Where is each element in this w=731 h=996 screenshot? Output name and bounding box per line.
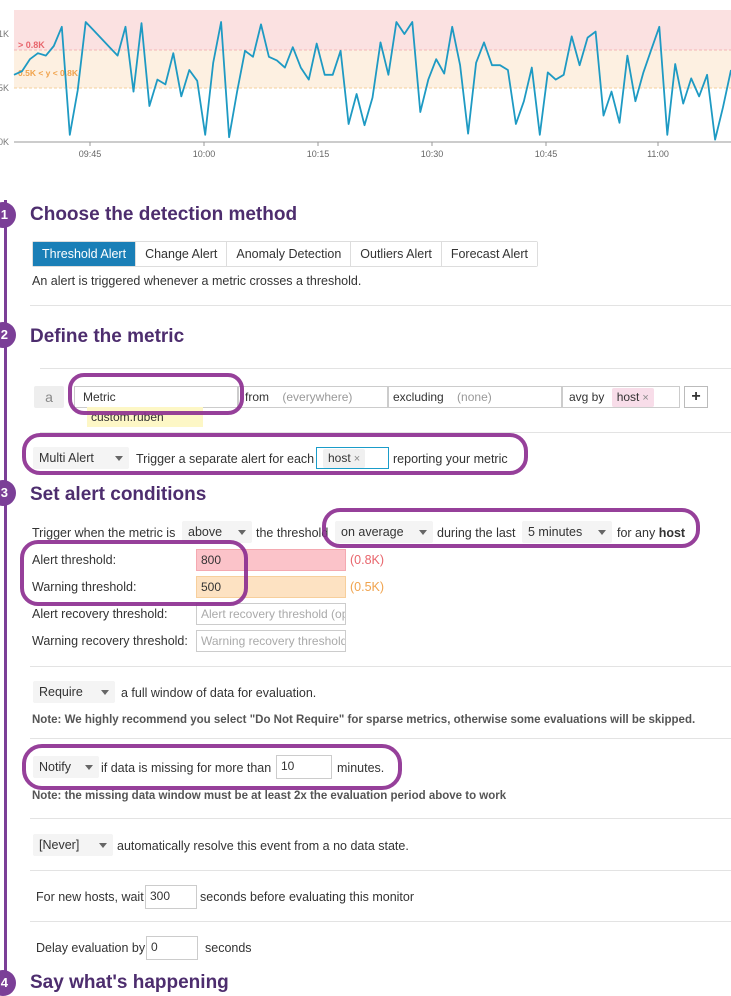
step-1-badge: 1 bbox=[0, 202, 16, 228]
tab-forecast-alert[interactable]: Forecast Alert bbox=[441, 242, 537, 266]
resolve-text: automatically resolve this event from a … bbox=[117, 839, 409, 853]
x-tick-label: 10:45 bbox=[535, 149, 558, 159]
annotation-metric bbox=[68, 373, 244, 415]
add-query-button[interactable]: + bbox=[684, 386, 708, 408]
detection-tabs: Threshold Alert Change Alert Anomaly Det… bbox=[32, 241, 538, 267]
delay-suffix: seconds bbox=[205, 941, 252, 955]
notify-note: Note: the missing data window must be at… bbox=[32, 790, 507, 802]
x-tick-label: 11:00 bbox=[647, 149, 669, 159]
annotation-notify bbox=[22, 744, 402, 790]
divider bbox=[30, 870, 731, 871]
resolve-select[interactable]: [Never] bbox=[33, 834, 113, 856]
chevron-down-icon bbox=[101, 690, 109, 695]
query-letter: a bbox=[34, 386, 64, 408]
alert-threshold-hint: (0.8K) bbox=[350, 553, 385, 567]
new-hosts-suffix: seconds before evaluating this monitor bbox=[200, 890, 415, 904]
alert-recovery-input[interactable]: Alert recovery threshold (optional) bbox=[196, 603, 346, 625]
excluding-field[interactable]: excluding (none) bbox=[388, 386, 562, 408]
alert-band bbox=[14, 10, 731, 34]
divider bbox=[30, 818, 731, 819]
steps-timeline bbox=[4, 200, 7, 988]
threshold-text: the threshold bbox=[256, 526, 329, 540]
divider bbox=[30, 921, 731, 922]
warning-recovery-label: Warning recovery threshold: bbox=[32, 634, 188, 648]
tab-change-alert[interactable]: Change Alert bbox=[136, 242, 228, 266]
delay-input[interactable]: 0 bbox=[146, 936, 198, 960]
step-4-badge: 4 bbox=[0, 970, 16, 996]
chevron-down-icon bbox=[238, 530, 246, 535]
alert-recovery-label: Alert recovery threshold: bbox=[32, 607, 168, 621]
excluding-value: (none) bbox=[457, 390, 492, 404]
new-hosts-input[interactable]: 300 bbox=[145, 885, 197, 909]
from-value: (everywhere) bbox=[282, 390, 353, 404]
comparator-value: above bbox=[188, 525, 223, 539]
resolve-value: [Never] bbox=[39, 838, 80, 852]
x-tick-label: 10:15 bbox=[307, 149, 330, 159]
from-label: from bbox=[245, 390, 269, 404]
x-ticks: 09:45 10:00 10:15 10:30 10:45 11:00 bbox=[79, 142, 669, 159]
x-tick-label: 10:00 bbox=[193, 149, 216, 159]
section-title-conditions: Set alert conditions bbox=[30, 484, 207, 505]
metric-preview-chart: 1K 5K 0K > 0.8K 0.5K < y < 0.8K 09:45 10:… bbox=[0, 10, 731, 159]
y-tick-1k: 1K bbox=[0, 29, 9, 39]
chevron-down-icon bbox=[99, 843, 107, 848]
section-title-metric: Define the metric bbox=[30, 326, 185, 347]
annotation-aggregation bbox=[322, 508, 700, 548]
require-value: Require bbox=[39, 685, 83, 699]
annotation-multi-alert bbox=[22, 433, 528, 475]
warning-recovery-input[interactable]: Warning recovery threshold bbox=[196, 630, 346, 652]
y-tick-0k: 0K bbox=[0, 137, 9, 147]
warning-band-label: 0.5K < y < 0.8K bbox=[18, 68, 79, 78]
annotation-thresholds bbox=[20, 540, 248, 606]
excluding-label: excluding bbox=[393, 390, 444, 404]
avg-by-field[interactable]: avg by host × bbox=[562, 386, 680, 408]
new-hosts-prefix: For new hosts, wait bbox=[36, 890, 144, 904]
require-select[interactable]: Require bbox=[33, 681, 115, 703]
divider bbox=[30, 738, 731, 739]
y-tick-5k: 5K bbox=[0, 83, 9, 93]
x-tick-label: 09:45 bbox=[79, 149, 102, 159]
avg-by-tag[interactable]: host × bbox=[611, 388, 654, 407]
remove-tag-icon[interactable]: × bbox=[642, 392, 648, 404]
avg-by-label: avg by bbox=[569, 390, 605, 404]
section-title-detection: Choose the detection method bbox=[30, 204, 298, 225]
tab-anomaly-detection[interactable]: Anomaly Detection bbox=[227, 242, 352, 266]
delay-prefix: Delay evaluation by bbox=[36, 941, 146, 955]
require-text: a full window of data for evaluation. bbox=[121, 686, 317, 700]
divider bbox=[40, 368, 731, 369]
tab-threshold-alert[interactable]: Threshold Alert bbox=[33, 242, 137, 266]
divider bbox=[30, 305, 731, 306]
alert-band-label: > 0.8K bbox=[18, 40, 45, 50]
section-title-say-whats-happening: Say what's happening bbox=[30, 972, 229, 993]
warning-threshold-hint: (0.5K) bbox=[350, 580, 385, 594]
step-2-badge: 2 bbox=[0, 322, 16, 348]
tab-outliers-alert[interactable]: Outliers Alert bbox=[351, 242, 442, 266]
divider bbox=[30, 666, 731, 667]
require-note: Note: We highly recommend you select "Do… bbox=[32, 714, 696, 726]
x-tick-label: 10:30 bbox=[421, 149, 444, 159]
trigger-prefix: Trigger when the metric is bbox=[32, 526, 176, 540]
avg-by-tag-label: host bbox=[616, 390, 640, 404]
from-field[interactable]: from (everywhere) bbox=[238, 386, 388, 408]
step-3-badge: 3 bbox=[0, 480, 16, 506]
detection-description: An alert is triggered whenever a metric … bbox=[32, 274, 362, 288]
